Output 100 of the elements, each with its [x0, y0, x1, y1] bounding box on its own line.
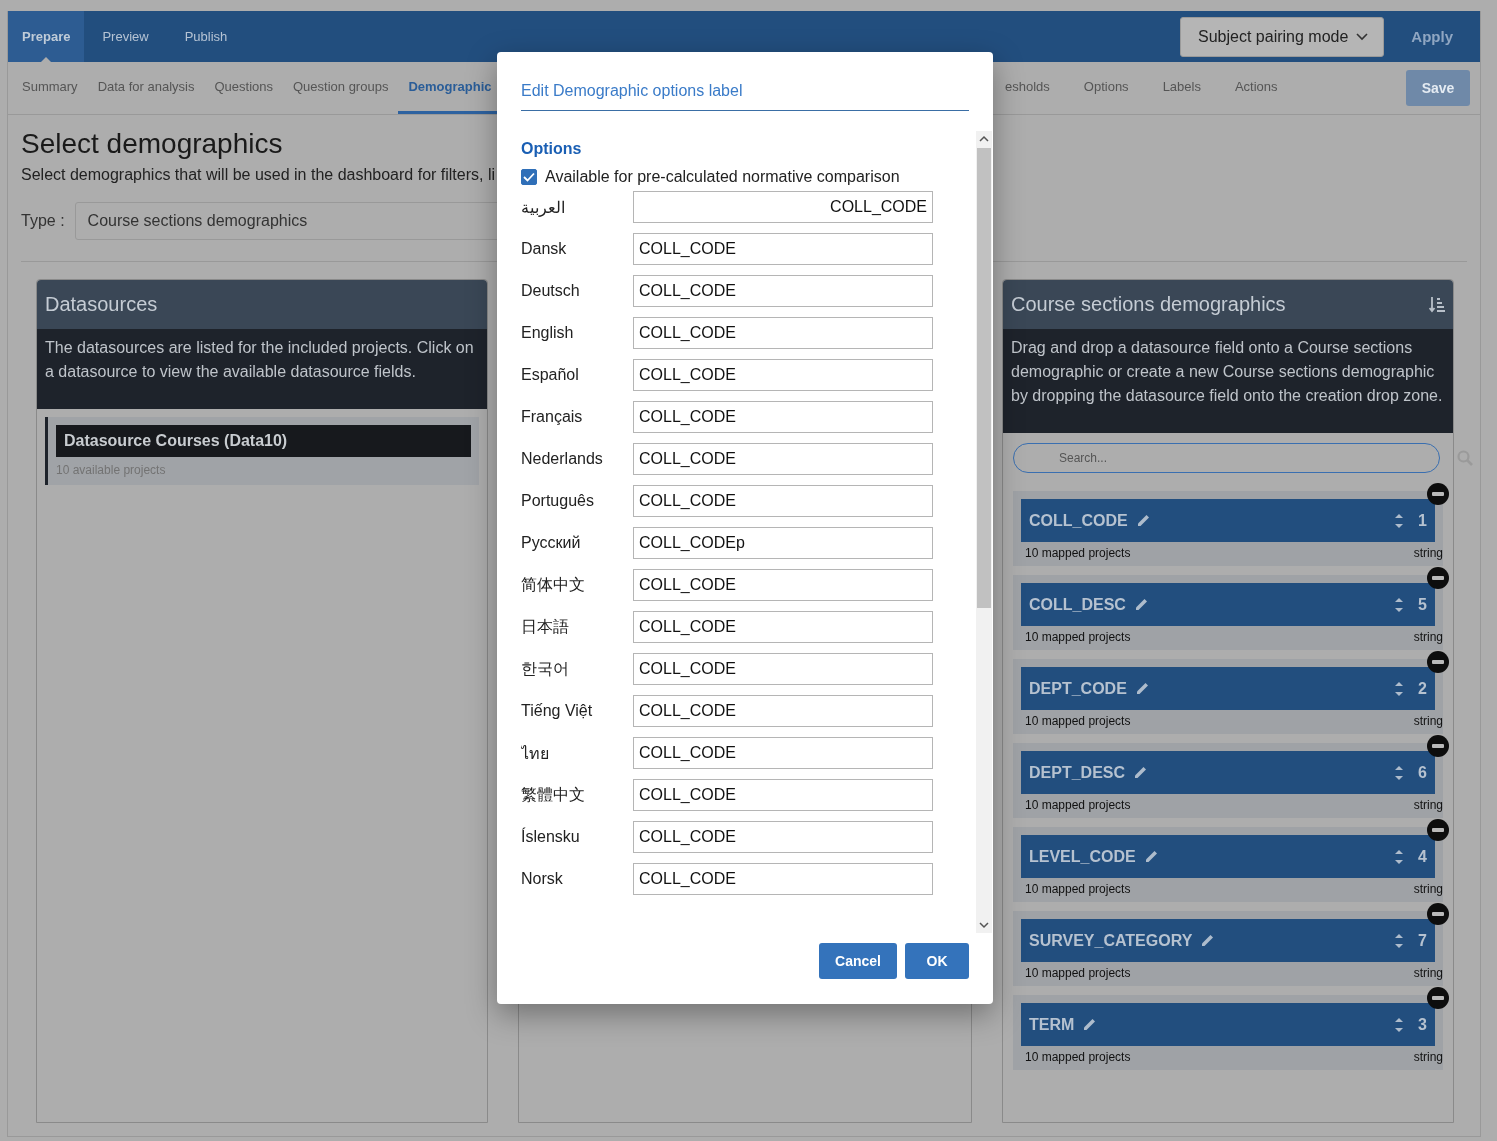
demographic-bar[interactable]: COLL_DESC 5: [1021, 583, 1435, 626]
label-input[interactable]: COLL_CODE: [633, 233, 933, 265]
language-label: 日本語: [521, 616, 570, 637]
label-input[interactable]: COLL_CODE: [633, 359, 933, 391]
options-heading: Options: [521, 140, 583, 158]
remove-icon[interactable]: [1427, 483, 1449, 505]
nav-tab[interactable]: Publish: [166, 11, 246, 62]
label-input[interactable]: COLL_CODE: [633, 821, 933, 853]
label-input[interactable]: COLL_CODE: [633, 401, 933, 433]
demographic-bar[interactable]: SURVEY_CATEGORY 7: [1021, 919, 1435, 962]
language-label: Dansk: [521, 240, 568, 258]
sort-icon[interactable]: [1429, 296, 1445, 313]
reorder-arrows-icon[interactable]: [1394, 511, 1405, 530]
sub-tab[interactable]: esholds: [991, 62, 1064, 114]
pencil-icon[interactable]: [1133, 765, 1149, 780]
checkbox[interactable]: [521, 169, 537, 185]
checkbox-label: Available for pre-calculated normative comparison: [545, 168, 900, 186]
pencil-icon[interactable]: [1134, 681, 1150, 696]
reorder-arrows-icon[interactable]: [1394, 1015, 1405, 1034]
reorder-arrows-icon[interactable]: [1394, 679, 1405, 698]
demographic-card[interactable]: COLL_CODE 1 10 mapped projects string: [1013, 491, 1443, 566]
field-type: string: [1413, 882, 1443, 896]
reorder-arrows-icon[interactable]: [1394, 931, 1405, 950]
mapped-projects: 10 mapped projects: [1025, 546, 1131, 560]
demographic-name: TERM: [1029, 1015, 1075, 1034]
language-label: Norsk: [521, 870, 564, 888]
remove-icon[interactable]: [1427, 651, 1449, 673]
label-input[interactable]: COLL_CODE: [633, 695, 933, 727]
demographic-order: 4: [1418, 847, 1427, 866]
label-input[interactable]: COLL_CODE: [633, 737, 933, 769]
demographic-bar[interactable]: DEPT_DESC 6: [1021, 751, 1435, 794]
demographic-name: COLL_DESC: [1029, 595, 1126, 614]
demographic-card[interactable]: TERM 3 10 mapped projects string: [1013, 995, 1443, 1070]
language-label: English: [521, 324, 575, 342]
language-label: Français: [521, 408, 584, 426]
datasource-title: Datasource Courses (Data10): [56, 425, 471, 457]
remove-icon[interactable]: [1427, 987, 1449, 1009]
demographic-bar[interactable]: COLL_CODE 1: [1021, 499, 1435, 542]
language-label: Tiếng Việt: [521, 702, 594, 720]
demographic-card[interactable]: COLL_DESC 5 10 mapped projects string: [1013, 575, 1443, 650]
label-input[interactable]: COLL_CODE: [633, 611, 933, 643]
search-field[interactable]: Search...: [1013, 443, 1440, 473]
nav-tab[interactable]: Prepare: [8, 11, 85, 62]
scrollbar[interactable]: [976, 131, 992, 933]
demographic-order: 7: [1418, 931, 1427, 950]
demographic-bar[interactable]: TERM 3: [1021, 1003, 1435, 1046]
dialog-button[interactable]: OK: [905, 943, 969, 979]
label-input[interactable]: COLL_CODE: [633, 317, 933, 349]
label-input[interactable]: COLL_CODE: [633, 485, 933, 517]
label-input[interactable]: COLL_CODE: [633, 275, 933, 307]
mapped-projects: 10 mapped projects: [1025, 714, 1131, 728]
pencil-icon[interactable]: [1143, 849, 1159, 864]
demographic-name: SURVEY_CATEGORY: [1029, 931, 1193, 950]
pencil-icon[interactable]: [1200, 933, 1216, 948]
demographic-card[interactable]: DEPT_DESC 6 10 mapped projects string: [1013, 743, 1443, 818]
type-label: Type :: [21, 212, 65, 230]
remove-icon[interactable]: [1427, 903, 1449, 925]
demographic-name: LEVEL_CODE: [1029, 847, 1136, 866]
pencil-icon[interactable]: [1082, 1017, 1098, 1032]
field-type: string: [1413, 1050, 1443, 1064]
label-input[interactable]: COLL_CODE: [633, 191, 933, 223]
reorder-arrows-icon[interactable]: [1394, 595, 1405, 614]
label-input[interactable]: COLL_CODEp: [633, 527, 933, 559]
label-input[interactable]: COLL_CODE: [633, 653, 933, 685]
panel-title: Course sections demographics: [1011, 293, 1286, 316]
label-input[interactable]: COLL_CODE: [633, 779, 933, 811]
label-input[interactable]: COLL_CODE: [633, 863, 933, 895]
remove-icon[interactable]: [1427, 819, 1449, 841]
reorder-arrows-icon[interactable]: [1394, 847, 1405, 866]
dialog-button[interactable]: Cancel: [819, 943, 897, 979]
field-type: string: [1413, 630, 1443, 644]
remove-icon[interactable]: [1427, 735, 1449, 757]
panel-description: The datasources are listed for the included projects. Click on a datasource to view the available datasource fields.: [37, 329, 487, 409]
demographic-order: 1: [1418, 511, 1427, 530]
demographic-card[interactable]: DEPT_CODE 2 10 mapped projects string: [1013, 659, 1443, 734]
language-label: Nederlands: [521, 450, 604, 468]
mapped-projects: 10 mapped projects: [1025, 882, 1131, 896]
demographic-order: 2: [1418, 679, 1427, 698]
demographic-bar[interactable]: LEVEL_CODE 4: [1021, 835, 1435, 878]
label-input[interactable]: COLL_CODE: [633, 443, 933, 475]
pencil-icon[interactable]: [1133, 597, 1149, 612]
dialog-title: Edit Demographic options label: [521, 82, 969, 111]
demographic-card[interactable]: SURVEY_CATEGORY 7 10 mapped projects string: [1013, 911, 1443, 986]
demographic-card[interactable]: LEVEL_CODE 4 10 mapped projects string: [1013, 827, 1443, 902]
page-title: Select demographics: [21, 128, 283, 160]
demographic-order: 3: [1418, 1015, 1427, 1034]
demographic-bar[interactable]: DEPT_CODE 2: [1021, 667, 1435, 710]
reorder-arrows-icon[interactable]: [1394, 763, 1405, 782]
nav-tab[interactable]: Preview: [84, 11, 167, 62]
language-label: 한국어: [521, 658, 570, 679]
field-type: string: [1413, 714, 1443, 728]
mapped-projects: 10 mapped projects: [1025, 1050, 1131, 1064]
label-input[interactable]: COLL_CODE: [633, 569, 933, 601]
pencil-icon[interactable]: [1135, 513, 1151, 528]
chevron-down-icon: [1356, 32, 1369, 41]
language-label: 简体中文: [521, 574, 586, 595]
mode-dropdown[interactable]: Subject pairing mode: [1180, 16, 1385, 57]
demographic-name: COLL_CODE: [1029, 511, 1128, 530]
remove-icon[interactable]: [1427, 567, 1449, 589]
mapped-projects: 10 mapped projects: [1025, 798, 1131, 812]
